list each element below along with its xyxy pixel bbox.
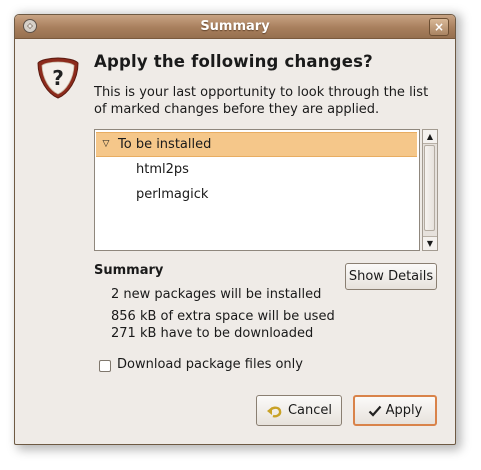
group-row-to-be-installed[interactable]: ▽ To be installed [96,132,417,157]
show-details-label: Show Details [348,269,434,284]
summary-dialog: Summary × ? Apply the following changes?… [14,14,456,445]
undo-arrow-icon [266,406,282,417]
download-only-checkbox[interactable] [99,360,111,372]
titlebar[interactable]: Summary × [15,15,455,39]
svg-text:?: ? [52,66,64,90]
close-button[interactable]: × [429,18,449,36]
group-label: To be installed [118,137,212,152]
scrollbar-thumb[interactable] [424,145,435,231]
expander-down-icon[interactable]: ▽ [99,133,113,156]
question-shield-icon: ? [37,57,79,99]
new-packages-text: 2 new packages will be installed [111,287,322,302]
download-only-label[interactable]: Download package files only [117,357,303,372]
extra-space-text: 856 kB of extra space will be used [111,309,335,324]
package-name: perlmagick [136,187,209,202]
scroll-down-arrow-icon[interactable]: ▼ [423,236,437,250]
changes-scrollbar[interactable]: ▲ ▼ [422,129,438,251]
cancel-label: Cancel [287,403,333,418]
close-icon: × [433,20,445,34]
download-size-text: 271 kB have to be downloaded [111,326,314,341]
package-name: html2ps [136,162,189,177]
checkmark-icon [368,405,381,417]
scroll-up-arrow-icon[interactable]: ▲ [423,130,437,144]
apply-button[interactable]: Apply [353,395,437,426]
list-item-package[interactable]: html2ps [96,157,417,182]
apply-label: Apply [385,403,423,418]
list-item-package[interactable]: perlmagick [96,182,417,207]
show-details-button[interactable]: Show Details [345,263,437,290]
window-title: Summary [200,19,270,34]
summary-heading: Summary [94,263,164,278]
dialog-description: This is your last opportunity to look th… [94,85,429,117]
cancel-button[interactable]: Cancel [256,395,342,426]
dialog-heading: Apply the following changes? [94,52,373,71]
changes-list[interactable]: ▽ To be installed html2ps perlmagick [94,129,420,251]
